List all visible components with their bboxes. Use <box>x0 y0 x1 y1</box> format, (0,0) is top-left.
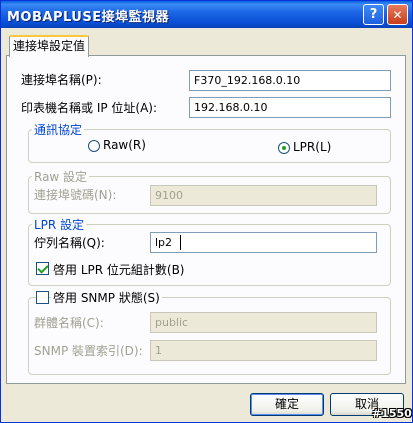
community-name-label: 群體名稱(C): <box>34 316 104 330</box>
lpr-byte-count-checkbox[interactable] <box>36 262 49 275</box>
watermark-label: #1550 <box>372 407 412 420</box>
snmp-enable-checkbox[interactable] <box>36 291 49 304</box>
dialog-window: MOBAPLUSE接埠監視器 ? ✕ 連接埠設定值 連接埠名稱(P): F370… <box>0 0 413 423</box>
radio-selected-dot <box>282 146 286 150</box>
title-bar[interactable]: MOBAPLUSE接埠監視器 ? ✕ <box>1 1 412 28</box>
queue-name-input[interactable]: lp2 <box>150 232 377 253</box>
checkmark-icon <box>37 262 49 274</box>
raw-radio[interactable] <box>88 140 100 152</box>
raw-settings-legend: Raw 設定 <box>32 168 90 185</box>
text-caret <box>180 235 181 250</box>
ok-button[interactable]: 確定 <box>250 393 324 416</box>
community-name-input[interactable]: public <box>150 312 377 333</box>
port-name-label: 連接埠名稱(P): <box>21 73 102 87</box>
tab-panel: 連接埠名稱(P): F370_192.168.0.10 印表機名稱或 IP 位址… <box>6 55 406 384</box>
protocol-legend: 通訊協定 <box>32 121 85 138</box>
snmp-group <box>28 297 391 375</box>
close-button[interactable]: ✕ <box>387 4 408 25</box>
snmp-device-index-label: SNMP 裝置索引(D): <box>34 344 143 358</box>
lpr-radio-label[interactable]: LPR(L) <box>293 140 331 154</box>
port-name-input[interactable]: F370_192.168.0.10 <box>189 70 391 91</box>
printer-ip-input[interactable]: 192.168.0.10 <box>189 97 391 118</box>
port-number-label: 連接埠號碼(N): <box>34 188 117 202</box>
port-number-input[interactable]: 9100 <box>150 185 377 206</box>
lpr-radio[interactable] <box>278 142 290 154</box>
window-title: MOBAPLUSE接埠監視器 <box>7 10 170 25</box>
printer-ip-label: 印表機名稱或 IP 位址(A): <box>21 101 158 115</box>
lpr-byte-count-label[interactable]: 啓用 LPR 位元組計數(B) <box>53 261 185 278</box>
raw-radio-label[interactable]: Raw(R) <box>103 138 146 152</box>
help-button[interactable]: ? <box>363 4 384 25</box>
help-icon: ? <box>369 7 378 22</box>
snmp-enable-label[interactable]: 啓用 SNMP 狀態(S) <box>51 289 162 306</box>
queue-name-value: lp2 <box>155 236 173 249</box>
tab-port-settings[interactable]: 連接埠設定值 <box>9 35 89 57</box>
snmp-device-index-input[interactable]: 1 <box>150 340 377 361</box>
close-icon: ✕ <box>392 7 403 22</box>
lpr-settings-legend: LPR 設定 <box>32 216 87 233</box>
queue-name-label: 佇列名稱(Q): <box>34 236 105 250</box>
